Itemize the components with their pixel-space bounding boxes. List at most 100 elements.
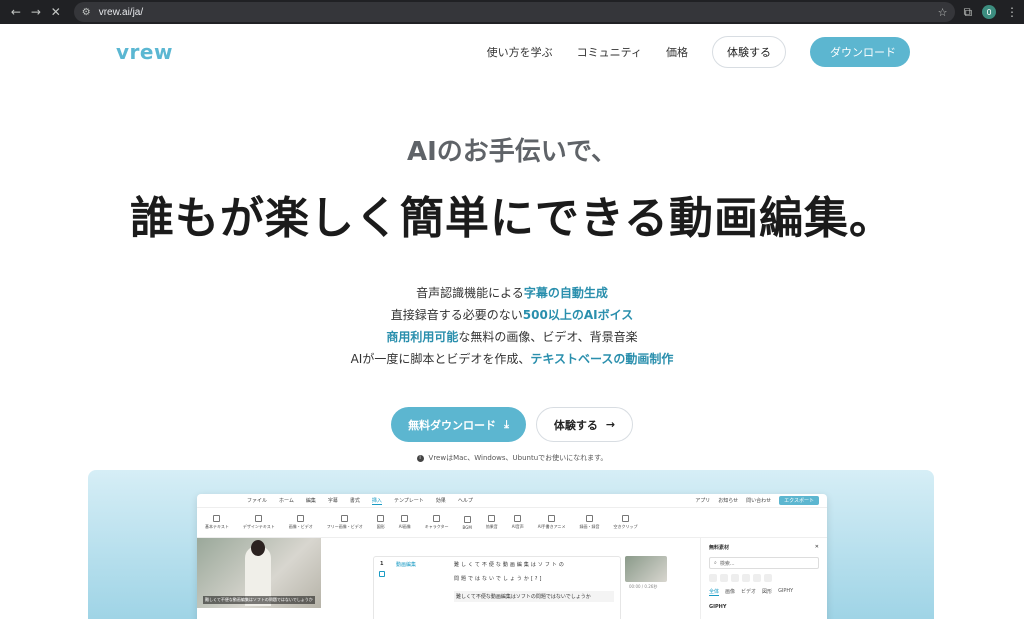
extensions-icon[interactable]: ⧉ (963, 5, 972, 20)
hero-title: 誰もが楽しく簡単にできる動画編集。 (129, 193, 895, 244)
tab-all[interactable]: 全体 (709, 588, 720, 596)
tab-video[interactable]: ビデオ (741, 588, 756, 596)
menu-kebab-icon[interactable]: ⋮ (1006, 5, 1018, 19)
free-assets-title: 無料素材 (709, 545, 730, 551)
back-icon[interactable]: ← (6, 5, 26, 19)
tool-ai-voice[interactable]: AI音声 (512, 515, 524, 530)
menu-template[interactable]: テンプレート (394, 497, 424, 504)
menu-file[interactable]: ファイル (247, 497, 267, 504)
menu-help[interactable]: ヘルプ (458, 497, 473, 504)
menu-app[interactable]: アプリ (695, 497, 710, 504)
app-menubar-right: アプリ お知らせ 問い合わせ エクスポート (695, 496, 827, 505)
hero: AIのお手伝いで、 誰もが楽しく簡単にできる動画編集。 音声認識機能による字幕の… (0, 131, 1024, 463)
browser-chrome: ← → ✕ ⚙ vrew.ai/ja/ ☆ ⧉ 0 ⋮ (0, 0, 1024, 24)
giphy-section-title: GIPHY (709, 604, 727, 610)
menu-notice[interactable]: お知らせ (718, 497, 738, 504)
menu-effect[interactable]: 効果 (436, 497, 446, 504)
feature-list: 音声認識機能による字幕の自動生成 直接録音する必要のない500以上のAIボイス … (0, 282, 1024, 370)
vrew-logo[interactable]: vrew (116, 40, 173, 64)
header-try-button[interactable]: 体験する (712, 35, 786, 68)
address-bar[interactable]: ⚙ vrew.ai/ja/ ☆ (73, 2, 956, 22)
try-button[interactable]: 体験する → (536, 407, 633, 442)
tool-record[interactable]: 録画・録音 (580, 515, 600, 530)
try-label: 体験する (553, 418, 598, 432)
tool-basic-text[interactable]: 基本テキスト (205, 515, 229, 530)
video-player[interactable]: 難しくて不便な動画編集はソフトの問題ではないでしょうか (197, 538, 321, 608)
tool-image-video[interactable]: 画像・ビデオ (289, 515, 313, 530)
stop-loading-icon[interactable]: ✕ (46, 5, 66, 19)
clip-row[interactable]: 1 動画編集 難しくて不便な動画編集はソフトの 問題ではないでしょうか[?] 難… (373, 556, 621, 619)
app-toolbar: 基本テキスト デザインテキスト 画像・ビデオ フリー画像・ビデオ 図形 AI画像… (197, 508, 827, 538)
asset-chip[interactable] (731, 574, 739, 582)
url-text: vrew.ai/ja/ (98, 6, 144, 18)
clip-checkbox[interactable] (379, 571, 385, 577)
nav-learn[interactable]: 使い方を学ぶ (487, 44, 553, 60)
menu-contact[interactable]: 問い合わせ (746, 497, 771, 504)
tab-image[interactable]: 画像 (725, 588, 735, 596)
tool-shape[interactable]: 図形 (377, 515, 385, 530)
hero-subtitle: AIのお手伝いで、 (407, 137, 617, 167)
menu-format[interactable]: 書式 (350, 497, 360, 504)
clip-number: 1 (380, 561, 384, 567)
clip-text-line-2[interactable]: 問題ではないでしょうか[?] (454, 575, 543, 582)
person-head (251, 540, 265, 556)
clip-text-line-3[interactable]: 難しくて不便な動画編集はソフトの問題ではないでしょうか (454, 591, 614, 602)
clip-thumb-time: 00:00 / 0.26秒 (629, 584, 658, 589)
tool-character[interactable]: キャラクター (425, 515, 449, 530)
forward-icon[interactable]: → (26, 5, 46, 19)
free-download-button[interactable]: 無料ダウンロード ⤓ (391, 407, 526, 442)
site-info-icon[interactable]: ⚙ (82, 7, 91, 18)
asset-chip[interactable] (764, 574, 772, 582)
close-icon[interactable]: ✕ (815, 544, 819, 551)
search-icon: ⌕ (714, 560, 717, 566)
download-arrow-icon: ⤓ (504, 417, 509, 431)
site-header: vrew 使い方を学ぶ コミュニティ 価格 体験する ダウンロード (0, 24, 1024, 79)
cta-buttons: 無料ダウンロード ⤓ 体験する → (0, 407, 1024, 442)
tool-bgm[interactable]: BGM (463, 515, 472, 530)
tool-design-text[interactable]: デザインテキスト (243, 515, 275, 530)
asset-tabs: 全体 画像 ビデオ 図形 GIPHY (709, 588, 819, 596)
platform-note: i VrewはMac、Windows、Ubuntuでお使いになれます。 (0, 453, 1024, 463)
app-preview: ファイル ホーム 編集 字幕 書式 挿入 テンプレート 効果 ヘルプ アプリ お… (88, 470, 934, 619)
tab-shape[interactable]: 図形 (762, 588, 772, 596)
feature-line: AIが一度に脚本とビデオを作成、テキストベースの動画制作 (350, 352, 674, 366)
app-body: 難しくて不便な動画編集はソフトの問題ではないでしょうか 1 動画編集 難しくて不… (197, 538, 827, 619)
asset-chip[interactable] (753, 574, 761, 582)
asset-search-input[interactable]: ⌕ 検索... (709, 557, 819, 569)
asset-chip[interactable] (709, 574, 717, 582)
tab-giphy[interactable]: GIPHY (778, 588, 793, 596)
nav-links: 使い方を学ぶ コミュニティ 価格 体験する ダウンロード (487, 35, 910, 68)
asset-chip[interactable] (742, 574, 750, 582)
asset-chips (709, 574, 819, 582)
tool-ai-handwriting[interactable]: AI手書きアニメ (538, 515, 566, 530)
feature-line: 商用利用可能な無料の画像、ビデオ、背景音楽 (386, 330, 638, 344)
tool-free-media[interactable]: フリー画像・ビデオ (327, 515, 363, 530)
profile-avatar[interactable]: 0 (982, 5, 997, 19)
clip-thumbnail[interactable] (625, 556, 667, 582)
app-window: ファイル ホーム 編集 字幕 書式 挿入 テンプレート 効果 ヘルプ アプリ お… (197, 494, 827, 619)
feature-line: 直接録音する必要のない500以上のAIボイス (390, 308, 634, 322)
menu-subtitle[interactable]: 字幕 (328, 497, 338, 504)
tool-empty-clip[interactable]: 空きクリップ (614, 515, 638, 530)
menu-home[interactable]: ホーム (279, 497, 294, 504)
feature-line: 音声認識機能による字幕の自動生成 (416, 286, 608, 300)
clip-text-line-1[interactable]: 難しくて不便な動画編集はソフトの (454, 561, 566, 568)
asset-chip[interactable] (720, 574, 728, 582)
menu-insert[interactable]: 挿入 (371, 497, 382, 505)
export-button[interactable]: エクスポート (779, 496, 819, 505)
app-menubar: ファイル ホーム 編集 字幕 書式 挿入 テンプレート 効果 ヘルプ アプリ お… (197, 494, 827, 508)
nav-community[interactable]: コミュニティ (577, 44, 642, 60)
info-icon: i (416, 454, 424, 462)
free-download-label: 無料ダウンロード (408, 418, 497, 432)
bookmark-star-icon[interactable]: ☆ (938, 6, 948, 19)
tool-ai-image[interactable]: AI画像 (399, 515, 411, 530)
menu-edit[interactable]: 編集 (306, 497, 316, 504)
video-caption: 難しくて不便な動画編集はソフトの問題ではないでしょうか (203, 596, 315, 604)
clip-name[interactable]: 動画編集 (396, 561, 416, 568)
arrow-right-icon: → (605, 418, 616, 431)
nav-pricing[interactable]: 価格 (666, 44, 688, 60)
free-assets-panel: 無料素材 ✕ ⌕ 検索... 全体 画像 ビデオ 図形 GIPHY GIPHY (700, 538, 827, 619)
header-download-label: ダウンロード (830, 45, 896, 59)
header-download-button[interactable]: ダウンロード (810, 36, 910, 67)
tool-sfx[interactable]: 効果音 (486, 515, 498, 530)
